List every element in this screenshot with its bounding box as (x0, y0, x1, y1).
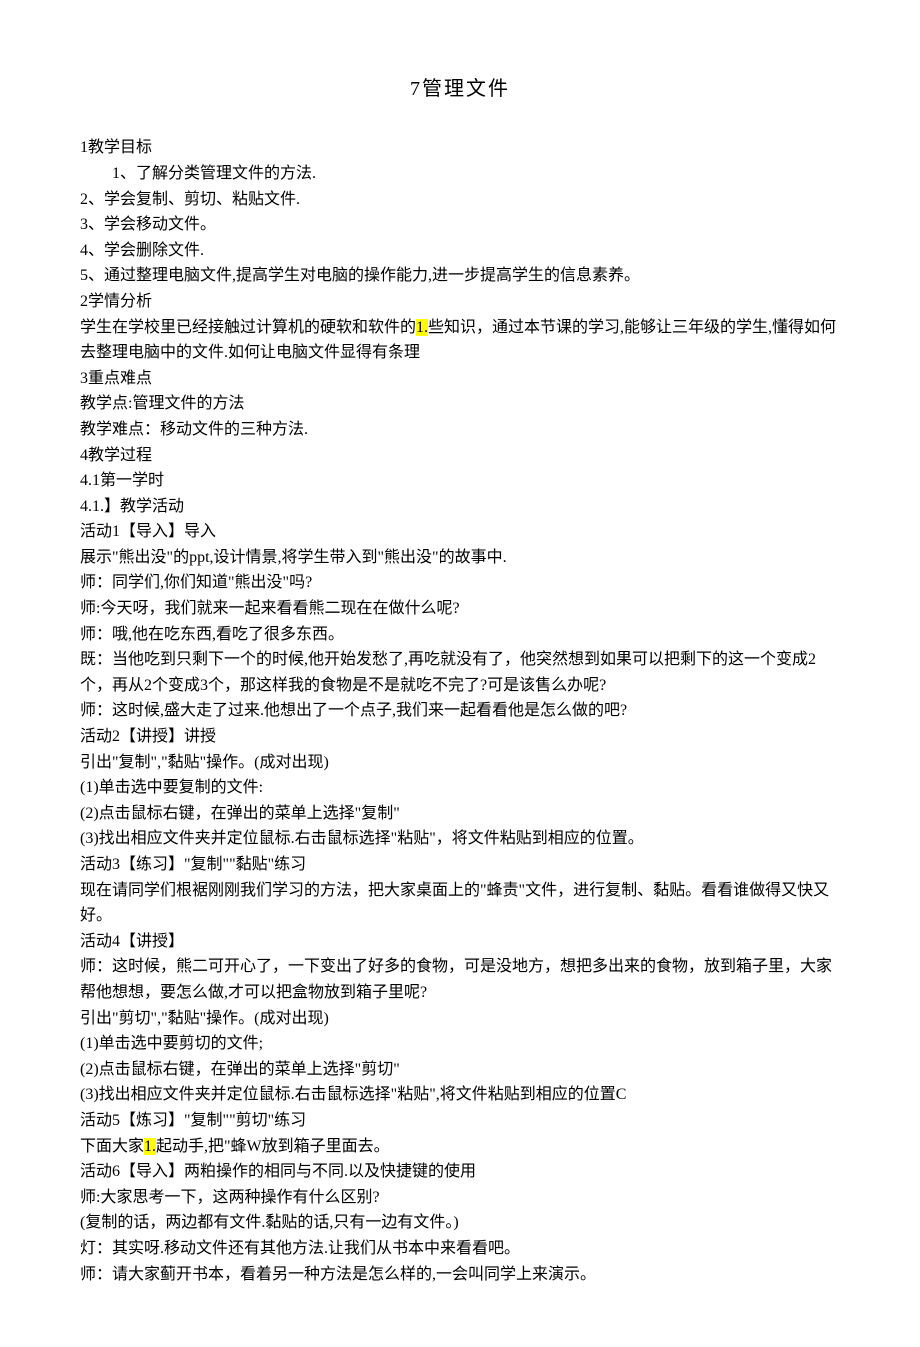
paragraph: (复制的话，两边都有文件.黏贴的话,只有一边有文件。) (80, 1210, 840, 1236)
text-span: 教学点:管理文件的方法 (80, 395, 244, 412)
paragraph: 师:大家思考一下，这两种操作有什么区别? (80, 1185, 840, 1211)
text-span: (1)单击选中要复制的文件: (80, 779, 263, 796)
paragraph: 1、了解分类管理文件的方法. (80, 161, 840, 187)
text-span: 4、学会删除文件. (80, 242, 204, 259)
text-span: 3、学会移动文件。 (80, 216, 216, 233)
paragraph: 活动5【炼习】"复制""剪切"练习 (80, 1108, 840, 1134)
text-span: 活动5【炼习】"复制""剪切"练习 (80, 1112, 306, 1129)
text-span: (2)点击鼠标右键，在弹出的菜单上选择"复制" (80, 805, 400, 822)
text-span: 灯：其实呀.移动文件还有其他方法.让我们从书本中来看看吧。 (80, 1240, 520, 1257)
text-span: 师:大家思考一下，这两种操作有什么区别? (80, 1189, 380, 1206)
paragraph: 引出"复制","黏贴"操作。(成对出现) (80, 750, 840, 776)
text-span: 师：请大家蓟开书本，看着另一种方法是怎么样的,一会叫同学上来演示。 (80, 1266, 596, 1283)
paragraph: (2)点击鼠标右键，在弹出的菜单上选择"复制" (80, 801, 840, 827)
paragraph: 活动2【讲授】讲授 (80, 724, 840, 750)
text-span: 活动2【讲授】讲授 (80, 728, 216, 745)
paragraph: 3重点难点 (80, 366, 840, 392)
text-span: (2)点击鼠标右键，在弹出的菜单上选择"剪切" (80, 1061, 400, 1078)
paragraph: 活动1【导入】导入 (80, 519, 840, 545)
paragraph: (1)单击选中要剪切的文件; (80, 1031, 840, 1057)
text-span: 下面大家 (80, 1138, 144, 1155)
text-span: 5、通过整理电脑文件,提高学生对电脑的操作能力,进一步提高学生的信息素养。 (80, 267, 640, 284)
text-span: 引出"剪切","黏贴"操作。(成对出现) (80, 1010, 329, 1027)
paragraph: 3、学会移动文件。 (80, 212, 840, 238)
text-span: 4.1.】教学活动 (80, 498, 184, 515)
text-span: 教学难点：移动文件的三种方法. (80, 421, 308, 438)
paragraph: 4.1第一学时 (80, 468, 840, 494)
paragraph: (1)单击选中要复制的文件: (80, 775, 840, 801)
text-span: 活动4【讲授】 (80, 933, 184, 950)
paragraph: 引出"剪切","黏贴"操作。(成对出现) (80, 1006, 840, 1032)
text-span: 师:今天呀，我们就来一起来看看熊二现在在做什么呢? (80, 600, 460, 617)
document-body: 1教学目标 1、了解分类管理文件的方法. 2、学会复制、剪切、粘贴文件. 3、学会移动… (80, 135, 840, 1287)
text-span: 起动手,把"蜂W放到箱子里面去。 (156, 1138, 390, 1155)
paragraph: 4教学过程 (80, 443, 840, 469)
text-span: 4.1第一学时 (80, 472, 164, 489)
highlighted-text: 1. (144, 1138, 156, 1155)
text-span: 师：这时候,盛大走了过来.他想出了一个点子,我们来一起看看他是怎么做的吧? (80, 702, 627, 719)
paragraph: 2、学会复制、剪切、粘贴文件. (80, 187, 840, 213)
paragraph: 学生在学校里已经接触过计算机的硬软和软件的1.些知识，通过本节课的学习,能够让三… (80, 315, 840, 366)
text-span: 师：这时候，熊二可开心了，一下变出了好多的食物，可是没地方，想把多出来的食物，放… (80, 958, 832, 1001)
paragraph: 师：同学们,你们知道"熊出没"吗? (80, 570, 840, 596)
highlighted-text: 1. (416, 319, 428, 336)
text-span: 学生在学校里已经接触过计算机的硬软和软件的 (80, 319, 416, 336)
paragraph: 4、学会删除文件. (80, 238, 840, 264)
text-span: 活动1【导入】导入 (80, 523, 216, 540)
text-span: 1、了解分类管理文件的方法. (112, 165, 316, 182)
text-span: (复制的话，两边都有文件.黏贴的话,只有一边有文件。) (80, 1214, 459, 1231)
paragraph: 现在请同学们根裾刚刚我们学习的方法，把大家桌面上的"蜂责"文件，进行复制、黏贴。… (80, 878, 840, 929)
text-span: 活动6【导入】两粕操作的相同与不同.以及快捷键的使用 (80, 1163, 476, 1180)
paragraph: (3)找出相应文件夹并定位鼠标.右击鼠标选择"粘贴"，将文件粘贴到相应的位置。 (80, 826, 840, 852)
text-span: 4教学过程 (80, 447, 152, 464)
paragraph: 5、通过整理电脑文件,提高学生对电脑的操作能力,进一步提高学生的信息素养。 (80, 263, 840, 289)
paragraph: 2学情分析 (80, 289, 840, 315)
paragraph: 教学点:管理文件的方法 (80, 391, 840, 417)
text-span: 既：当他吃到只剩下一个的时候,他开始发愁了,再吃就没有了，他突然想到如果可以把剩… (80, 651, 816, 694)
text-span: 1教学目标 (80, 139, 152, 156)
document-title: 7管理文件 (80, 73, 840, 105)
paragraph: 既：当他吃到只剩下一个的时候,他开始发愁了,再吃就没有了，他突然想到如果可以把剩… (80, 647, 840, 698)
paragraph: 师：这时候,盛大走了过来.他想出了一个点子,我们来一起看看他是怎么做的吧? (80, 698, 840, 724)
paragraph: 师：哦,他在吃东西,看吃了很多东西。 (80, 622, 840, 648)
text-span: (1)单击选中要剪切的文件; (80, 1035, 263, 1052)
paragraph: 活动3【练习】"复制""黏贴"练习 (80, 852, 840, 878)
text-span: 2、学会复制、剪切、粘贴文件. (80, 191, 300, 208)
text-span: 活动3【练习】"复制""黏贴"练习 (80, 856, 306, 873)
paragraph: (3)找出相应文件夹并定位鼠标.右击鼠标选择"粘贴",将文件粘贴到相应的位置C (80, 1082, 840, 1108)
text-span: 现在请同学们根裾刚刚我们学习的方法，把大家桌面上的"蜂责"文件，进行复制、黏贴。… (80, 882, 829, 925)
text-span: 师：同学们,你们知道"熊出没"吗? (80, 574, 312, 591)
paragraph: 展示"熊出没"的ppt,设计情景,将学生带入到"熊出没"的故事中. (80, 545, 840, 571)
paragraph: 师:今天呀，我们就来一起来看看熊二现在在做什么呢? (80, 596, 840, 622)
paragraph: 教学难点：移动文件的三种方法. (80, 417, 840, 443)
paragraph: 下面大家1.起动手,把"蜂W放到箱子里面去。 (80, 1134, 840, 1160)
paragraph: 灯：其实呀.移动文件还有其他方法.让我们从书本中来看看吧。 (80, 1236, 840, 1262)
text-span: 3重点难点 (80, 370, 152, 387)
text-span: (3)找出相应文件夹并定位鼠标.右击鼠标选择"粘贴",将文件粘贴到相应的位置C (80, 1086, 626, 1103)
paragraph: (2)点击鼠标右键，在弹出的菜单上选择"剪切" (80, 1057, 840, 1083)
paragraph: 活动6【导入】两粕操作的相同与不同.以及快捷键的使用 (80, 1159, 840, 1185)
text-span: 师：哦,他在吃东西,看吃了很多东西。 (80, 626, 344, 643)
paragraph: 4.1.】教学活动 (80, 494, 840, 520)
paragraph: 活动4【讲授】 (80, 929, 840, 955)
paragraph: 师：请大家蓟开书本，看着另一种方法是怎么样的,一会叫同学上来演示。 (80, 1262, 840, 1288)
text-span: 引出"复制","黏贴"操作。(成对出现) (80, 754, 329, 771)
text-span: (3)找出相应文件夹并定位鼠标.右击鼠标选择"粘贴"，将文件粘贴到相应的位置。 (80, 830, 644, 847)
paragraph: 1教学目标 (80, 135, 840, 161)
text-span: 2学情分析 (80, 293, 152, 310)
text-span: 展示"熊出没"的ppt,设计情景,将学生带入到"熊出没"的故事中. (80, 549, 507, 566)
paragraph: 师：这时候，熊二可开心了，一下变出了好多的食物，可是没地方，想把多出来的食物，放… (80, 954, 840, 1005)
